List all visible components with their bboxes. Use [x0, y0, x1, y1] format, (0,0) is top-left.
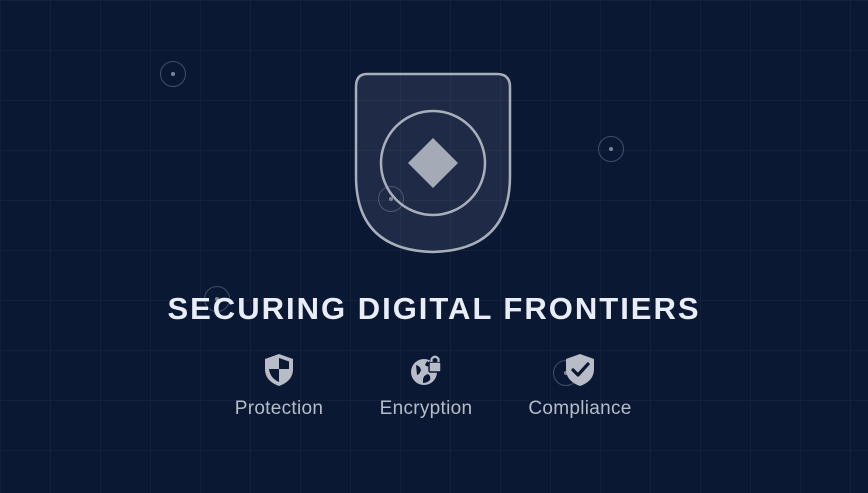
decorative-node	[598, 136, 624, 162]
feature-label: Protection	[234, 398, 324, 419]
shield-check-icon	[566, 354, 594, 386]
feature-list: Protection Encryption Compliance	[0, 352, 868, 432]
page-title: SECURING DIGITAL FRONTIERS	[167, 291, 701, 326]
feature-label: Compliance	[528, 398, 632, 419]
shield-half-icon	[265, 354, 293, 386]
feature-label: Encryption	[379, 398, 473, 419]
shield-logo-icon	[353, 72, 513, 256]
globe-lock-icon	[411, 355, 442, 385]
feature-compliance: Compliance	[510, 352, 650, 420]
decorative-node	[160, 61, 186, 87]
feature-encryption: Encryption	[356, 352, 496, 420]
feature-protection: Protection	[209, 352, 349, 420]
